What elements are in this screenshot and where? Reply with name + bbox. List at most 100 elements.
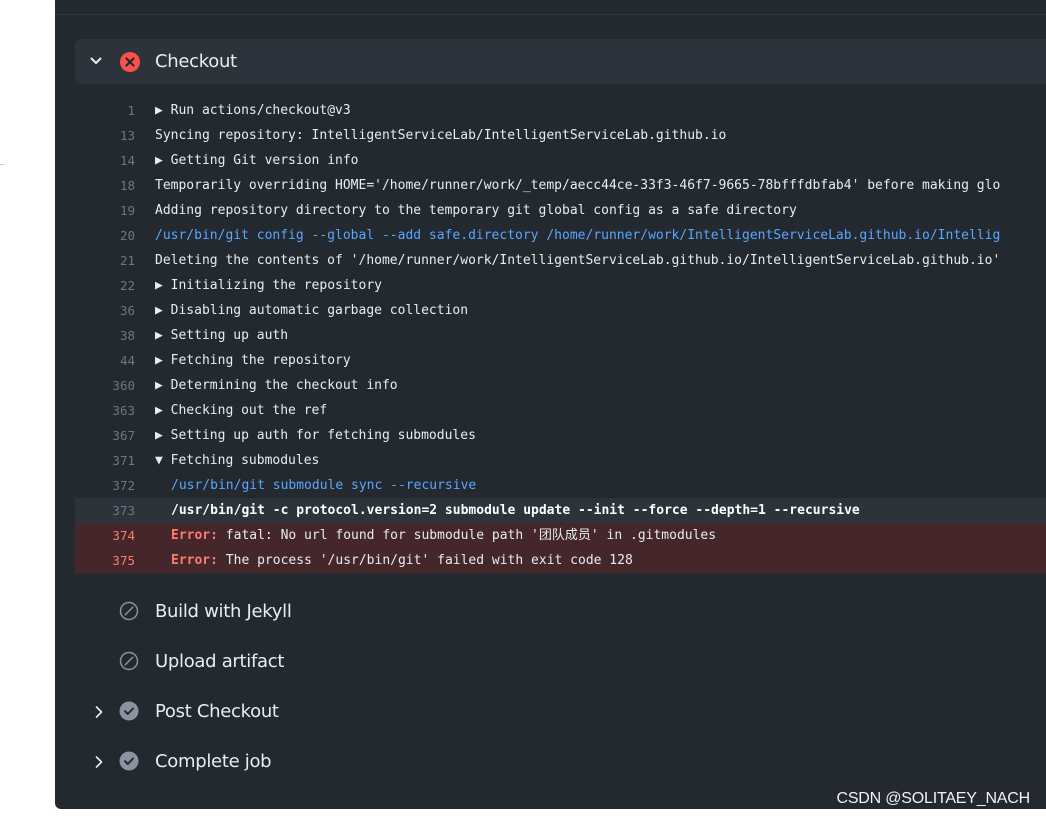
log-text: Error: fatal: No url found for submodule… — [171, 523, 716, 548]
group-toggle-icon[interactable]: ▶ — [155, 278, 171, 293]
x-circle-fill-icon — [120, 52, 140, 72]
group-toggle-icon[interactable]: ▶ — [155, 103, 171, 118]
line-number[interactable]: 371 — [75, 448, 135, 473]
line-number[interactable]: 373 — [75, 498, 135, 523]
line-number[interactable]: 367 — [75, 423, 135, 448]
skip-icon — [119, 601, 139, 625]
log-text: Adding repository directory to the tempo… — [155, 198, 797, 223]
log-message: Fetching submodules — [170, 453, 320, 468]
log-message: Syncing repository: IntelligentServiceLa… — [155, 128, 727, 143]
line-number[interactable]: 19 — [75, 198, 135, 223]
log-text: ▶ Disabling automatic garbage collection — [155, 298, 468, 323]
line-number[interactable]: 13 — [75, 123, 135, 148]
chevron-down-icon[interactable] — [89, 54, 103, 68]
step-upload-artifact[interactable]: Upload artifact — [75, 642, 1046, 682]
log-message: Deleting the contents of '/home/runner/w… — [155, 253, 1001, 268]
line-number[interactable]: 21 — [75, 248, 135, 273]
log-line[interactable]: 14 ▶ Getting Git version info — [75, 148, 1046, 173]
error-label: Error: — [171, 528, 218, 543]
log-line[interactable]: 1 ▶ Run actions/checkout@v3 — [75, 98, 1046, 123]
log-line[interactable]: 371 ▼ Fetching submodules — [75, 448, 1046, 473]
step-title: Checkout — [155, 51, 237, 72]
group-toggle-icon[interactable]: ▶ — [155, 353, 171, 368]
log-line[interactable]: 38 ▶ Setting up auth — [75, 323, 1046, 348]
watermark: CSDN @SOLITAEY_NACH — [836, 790, 1030, 807]
log-line[interactable]: 363 ▶ Checking out the ref — [75, 398, 1046, 423]
group-toggle-icon[interactable]: ▶ — [155, 153, 171, 168]
line-number[interactable]: 375 — [75, 548, 135, 573]
step-post-checkout[interactable]: Post Checkout — [75, 692, 1046, 732]
log-line[interactable]: 367 ▶ Setting up auth for fetching submod… — [75, 423, 1046, 448]
log-message: /usr/bin/git config --global --add safe.… — [155, 228, 1001, 243]
log-message: Initializing the repository — [170, 278, 382, 293]
log-message: Fetching the repository — [170, 353, 351, 368]
line-number[interactable]: 360 — [75, 373, 135, 398]
step-title: Upload artifact — [155, 651, 285, 672]
log-message: Disabling automatic garbage collection — [170, 303, 469, 318]
skip-icon — [119, 651, 139, 675]
log-text: /usr/bin/git -c protocol.version=2 submo… — [171, 498, 860, 523]
log-message: Getting Git version info — [170, 153, 359, 168]
log-text: Temporarily overriding HOME='/home/runne… — [155, 173, 1000, 198]
group-toggle-icon[interactable]: ▶ — [155, 303, 171, 318]
line-number[interactable]: 36 — [75, 298, 135, 323]
log-text: ▼ Fetching submodules — [155, 448, 319, 473]
log-message: Run actions/checkout@v3 — [170, 103, 351, 118]
log-text: ▶ Getting Git version info — [155, 148, 359, 173]
step-title: Complete job — [155, 751, 272, 772]
log-text: ▶ Setting up auth for fetching submodule… — [155, 423, 476, 448]
line-number[interactable]: 14 — [75, 148, 135, 173]
log-text: Deleting the contents of '/home/runner/w… — [155, 248, 1000, 273]
line-number[interactable]: 44 — [75, 348, 135, 373]
log-line: 18 Temporarily overriding HOME='/home/run… — [75, 173, 1046, 198]
step-complete-job[interactable]: Complete job — [75, 742, 1046, 782]
group-toggle-icon[interactable]: ▶ — [155, 378, 171, 393]
log-line: 21 Deleting the contents of '/home/runner… — [75, 248, 1046, 273]
log-message: Setting up auth for fetching submodules — [170, 428, 476, 443]
log-message: The process '/usr/bin/git' failed with e… — [217, 553, 633, 568]
log-message: Adding repository directory to the tempo… — [155, 203, 797, 218]
line-number[interactable]: 20 — [75, 223, 135, 248]
line-number[interactable]: 22 — [75, 273, 135, 298]
chevron-right-icon[interactable] — [92, 754, 106, 773]
step-title: Build with Jekyll — [155, 601, 292, 622]
log-line[interactable]: 36 ▶ Disabling automatic garbage collecti… — [75, 298, 1046, 323]
group-toggle-icon[interactable]: ▶ — [155, 428, 171, 443]
line-number[interactable]: 372 — [75, 473, 135, 498]
line-number[interactable]: 1 — [75, 98, 135, 123]
log-line: 373/usr/bin/git -c protocol.version=2 su… — [75, 498, 1046, 523]
log-text: Error: The process '/usr/bin/git' failed… — [171, 548, 633, 573]
line-number[interactable]: 38 — [75, 323, 135, 348]
log-line[interactable]: 360 ▶ Determining the checkout info — [75, 373, 1046, 398]
log-line: 20/usr/bin/git config --global --add saf… — [75, 223, 1046, 248]
log-line: 374 Error: fatal: No url found for submod… — [75, 523, 1046, 548]
step-header-checkout[interactable]: Checkout — [75, 39, 1046, 84]
log-text: ▶ Run actions/checkout@v3 — [155, 98, 351, 123]
group-toggle-icon[interactable]: ▶ — [155, 328, 171, 343]
log-text: Syncing repository: IntelligentServiceLa… — [155, 123, 726, 148]
group-toggle-icon[interactable]: ▶ — [155, 403, 171, 418]
group-toggle-icon[interactable]: ▼ — [155, 453, 171, 468]
line-number[interactable]: 374 — [75, 523, 135, 548]
log-message: Setting up auth — [170, 328, 289, 343]
log-line: 375 Error: The process '/usr/bin/git' fai… — [75, 548, 1046, 573]
step-build-with-jekyll[interactable]: Build with Jekyll — [75, 592, 1046, 632]
step-log: 1 ▶ Run actions/checkout@v3 13 Syncing repo… — [75, 98, 1046, 573]
line-number[interactable]: 18 — [75, 173, 135, 198]
log-text: ▶ Determining the checkout info — [155, 373, 398, 398]
error-label: Error: — [171, 553, 218, 568]
log-message: /usr/bin/git submodule sync --recursive — [171, 478, 477, 493]
log-line: 19 Adding repository directory to the tem… — [75, 198, 1046, 223]
check-circle-fill-icon — [119, 701, 139, 725]
step-title: Post Checkout — [155, 701, 279, 722]
line-number[interactable]: 363 — [75, 398, 135, 423]
chevron-right-icon[interactable] — [92, 704, 106, 723]
edge-mark — [0, 164, 4, 165]
log-message: Temporarily overriding HOME='/home/runne… — [155, 178, 1001, 193]
log-line[interactable]: 22 ▶ Initializing the repository — [75, 273, 1046, 298]
top-divider — [55, 14, 1046, 15]
log-line[interactable]: 44 ▶ Fetching the repository — [75, 348, 1046, 373]
log-message: Determining the checkout info — [170, 378, 398, 393]
log-message: fatal: No url found for submodule path '… — [217, 528, 717, 543]
log-text: /usr/bin/git config --global --add safe.… — [155, 223, 1000, 248]
